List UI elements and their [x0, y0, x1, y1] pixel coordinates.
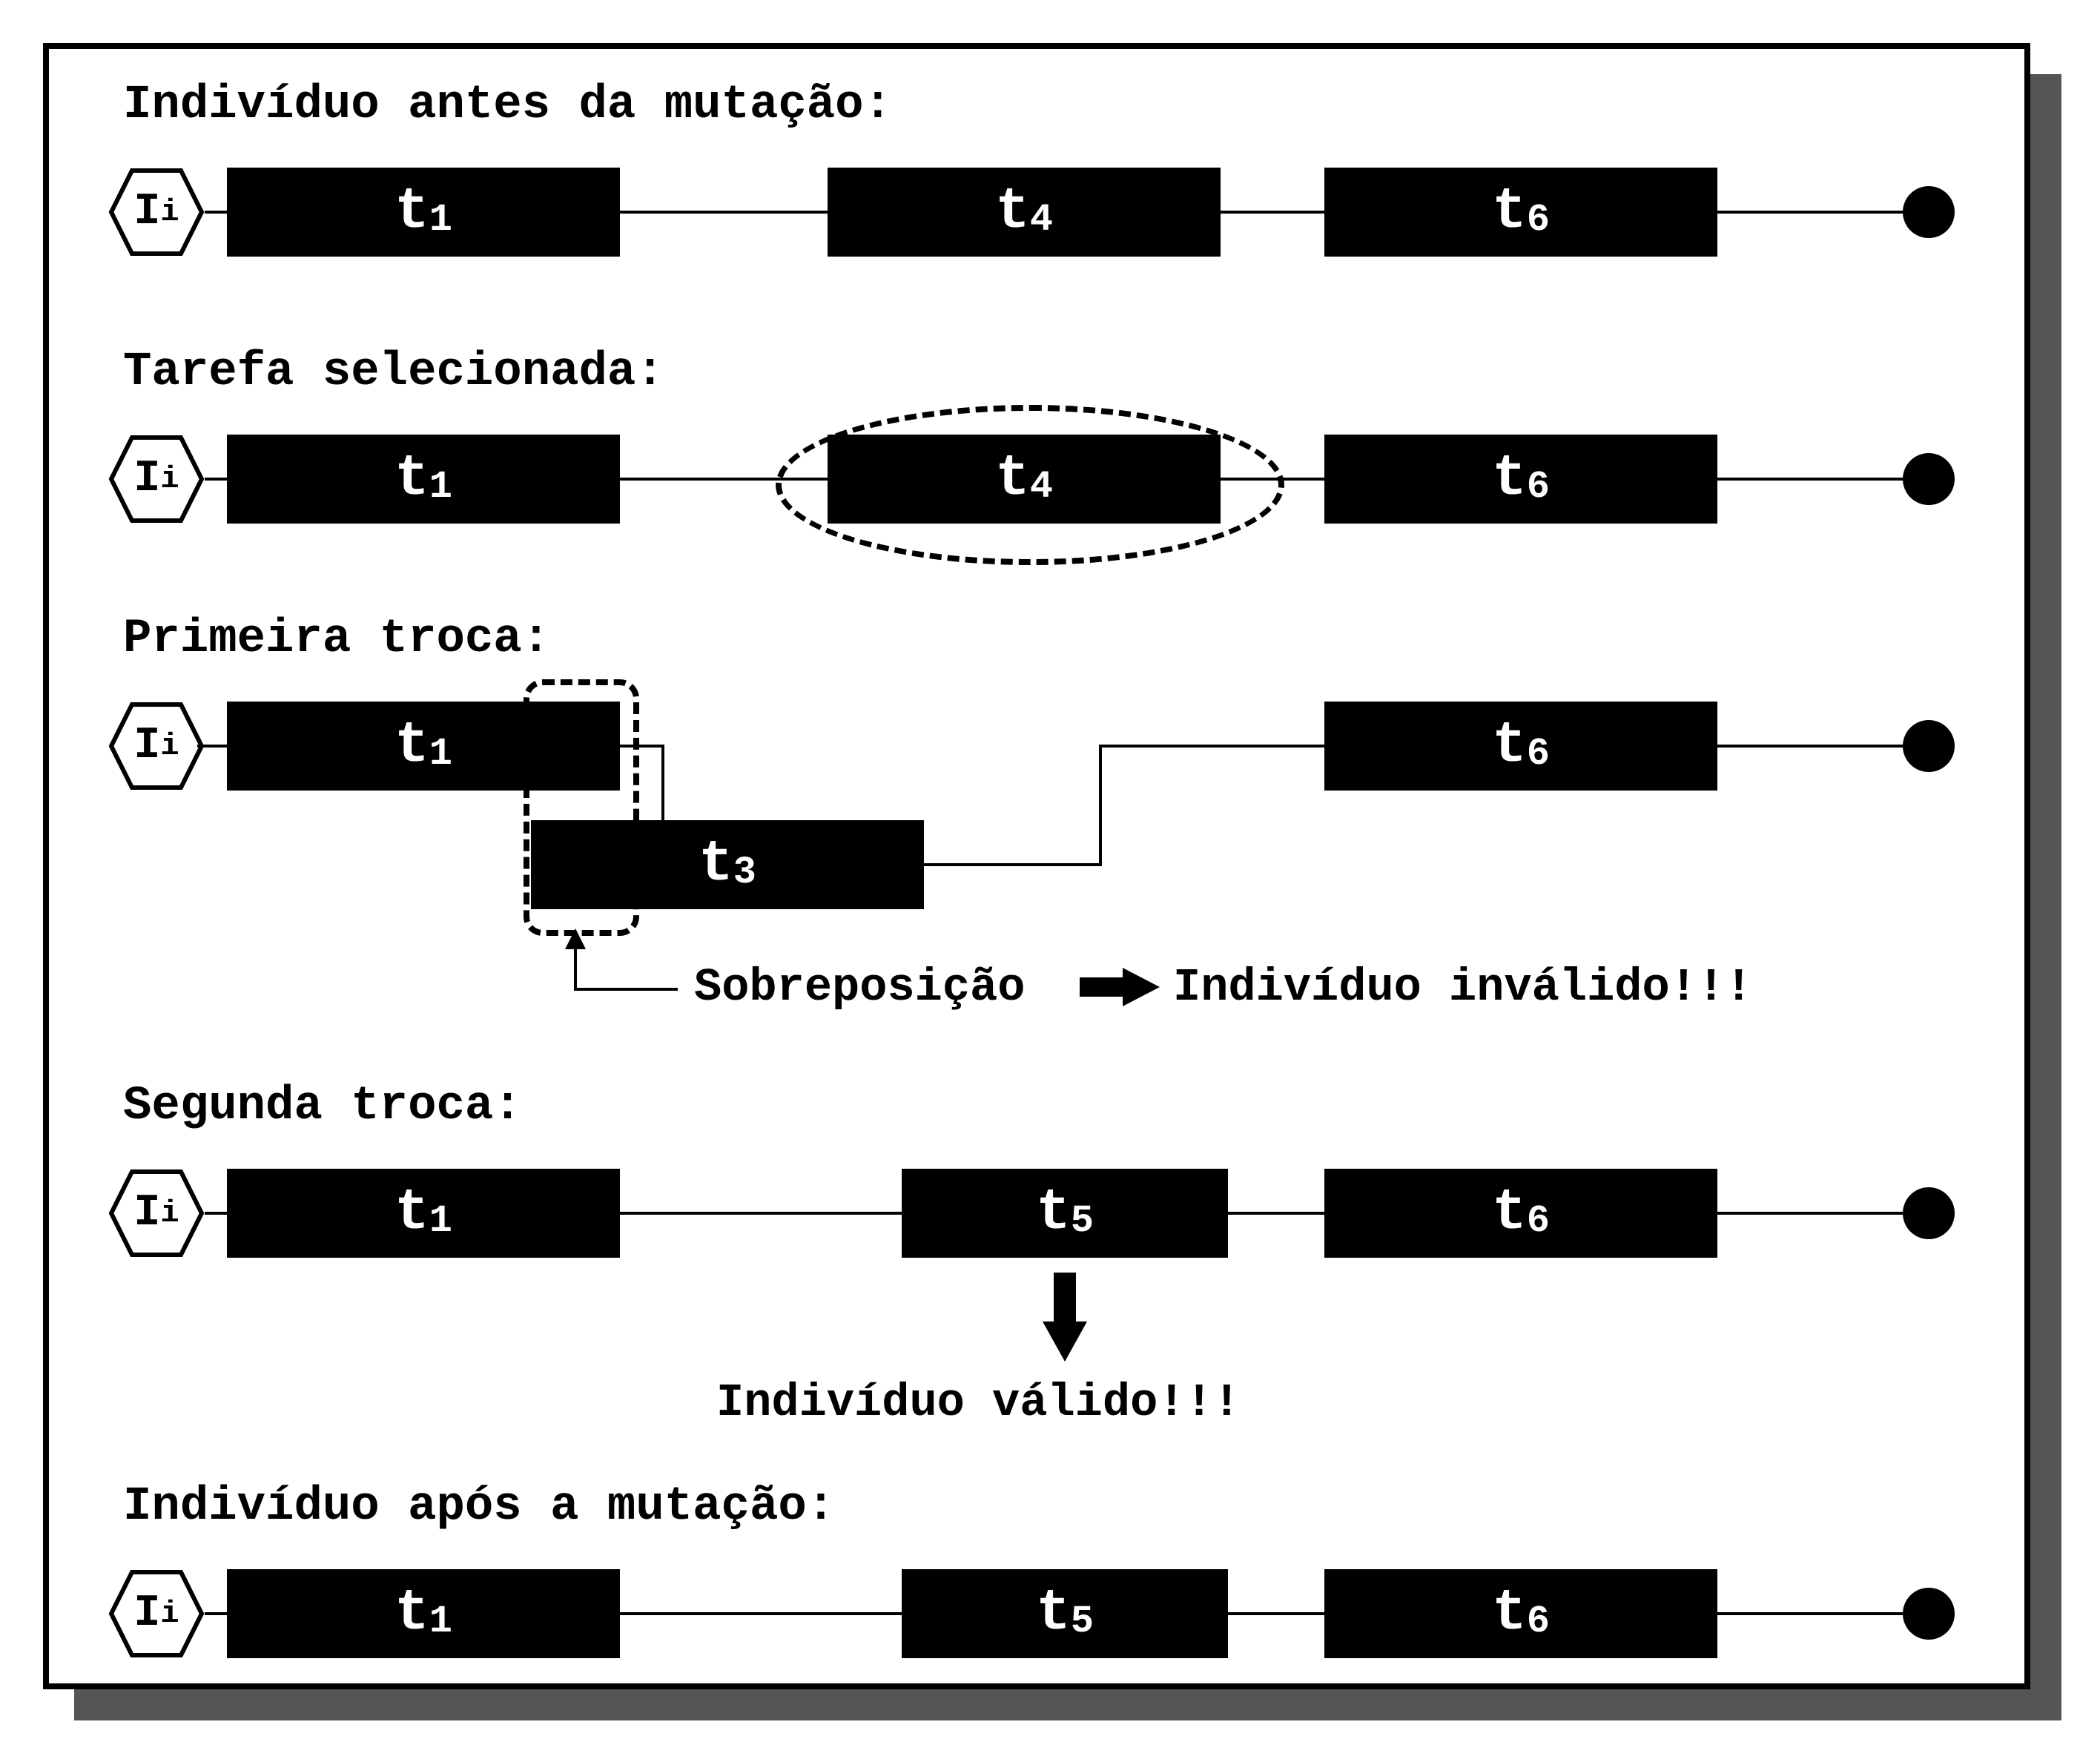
row5-task-1: t1 [227, 1569, 620, 1658]
page: Indivíduo antes da mutação: Ii t1 t4 t6 … [0, 0, 2100, 1762]
overlap-box [524, 679, 639, 936]
row1-task-3: t6 [1324, 168, 1717, 257]
row5-task-3: t6 [1324, 1569, 1717, 1658]
row4-endcap [1903, 1187, 1955, 1239]
row5-endcap [1903, 1588, 1955, 1640]
overlap-leader-h [574, 988, 678, 991]
invalid-arrow-shaft [1080, 977, 1124, 997]
row3-rise-v [1099, 745, 1102, 866]
row2-task-1: t1 [227, 435, 620, 524]
row1-endcap [1903, 186, 1955, 238]
row4-task-3: t6 [1324, 1169, 1717, 1258]
title-after: Indivíduo após a mutação: [123, 1480, 835, 1534]
row5-hex: Ii [108, 1569, 205, 1658]
row1-task-2: t4 [828, 168, 1221, 257]
diagram-panel: Indivíduo antes da mutação: Ii t1 t4 t6 … [43, 43, 2030, 1689]
row2-task-3: t6 [1324, 435, 1717, 524]
row5-task-2: t5 [902, 1569, 1228, 1658]
invalid-label: Indivíduo inválido!!! [1173, 961, 1752, 1014]
row3-endcap [1903, 720, 1955, 772]
row4-hex: Ii [108, 1169, 205, 1258]
title-selected: Tarefa selecionada: [123, 346, 664, 399]
invalid-arrow-head [1123, 968, 1160, 1006]
row3-rise-h [924, 863, 1102, 866]
valid-label: Indivíduo válido!!! [716, 1376, 1241, 1429]
row3-hex-label: Ii [108, 702, 205, 791]
overlap-label: Sobreposição [694, 961, 1025, 1014]
valid-arrow-head [1043, 1322, 1087, 1362]
row5-hex-label: Ii [108, 1569, 205, 1658]
row1-hex-label: Ii [108, 168, 205, 257]
row3-task-6: t6 [1324, 702, 1717, 791]
title-swap2: Segunda troca: [123, 1080, 522, 1133]
row3-hex: Ii [108, 702, 205, 791]
row1-hex: Ii [108, 168, 205, 257]
row4-task-2: t5 [902, 1169, 1228, 1258]
row2-hex: Ii [108, 435, 205, 524]
row1-task-1: t1 [227, 168, 620, 257]
row4-hex-label: Ii [108, 1169, 205, 1258]
row4-task-1: t1 [227, 1169, 620, 1258]
row2-hex-label: Ii [108, 435, 205, 524]
row3-top-h [1099, 745, 1336, 748]
row2-endcap [1903, 453, 1955, 505]
selected-ellipse [776, 405, 1284, 565]
title-before: Indivíduo antes da mutação: [123, 79, 892, 132]
valid-arrow-shaft [1054, 1273, 1076, 1324]
overlap-leader-v [574, 946, 577, 991]
row3-line-end [1717, 745, 1932, 748]
title-swap1: Primeira troca: [123, 613, 550, 666]
